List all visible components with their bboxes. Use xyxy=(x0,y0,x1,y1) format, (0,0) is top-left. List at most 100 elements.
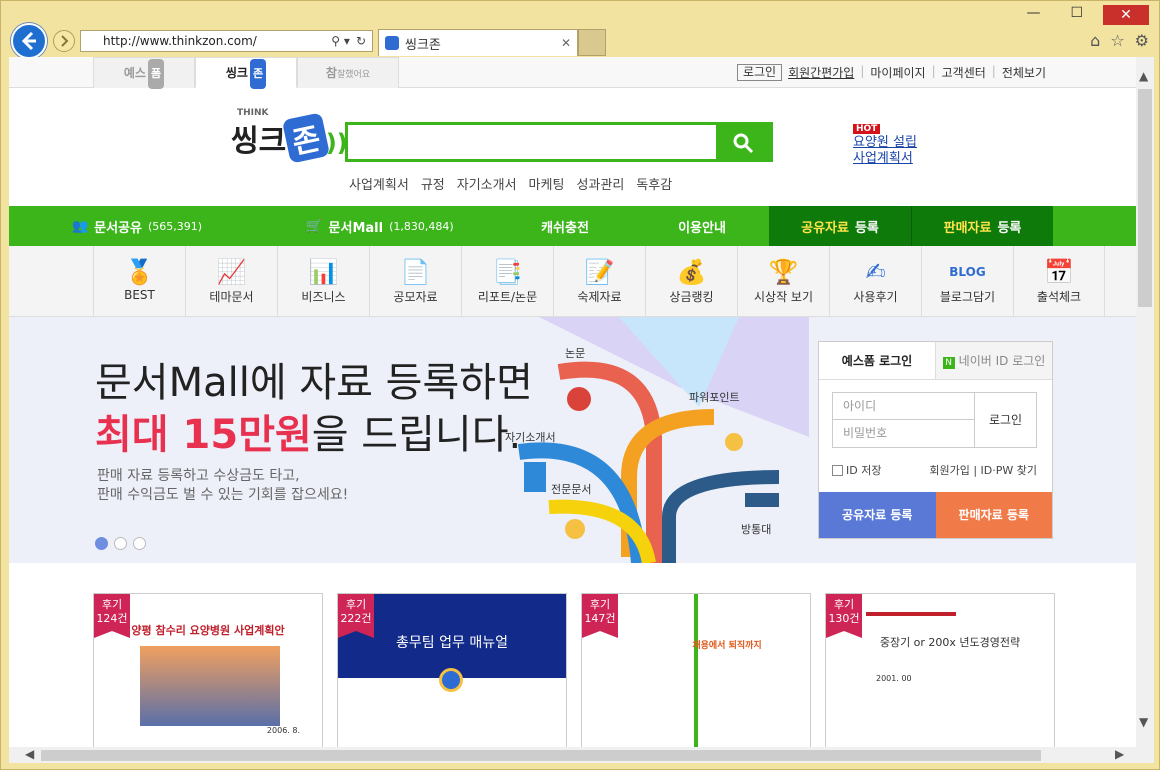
keyword-link[interactable]: 사업계획서 xyxy=(349,174,409,193)
category-best[interactable]: 🏅 BEST xyxy=(93,246,185,316)
category-report[interactable]: 📑 리포트/논문 xyxy=(461,246,553,316)
support-link[interactable]: 고객센터 xyxy=(942,64,986,81)
id-field[interactable]: 아이디 xyxy=(833,393,974,420)
pager-dot[interactable] xyxy=(133,537,146,550)
star-icon[interactable]: ☆ xyxy=(1110,31,1124,50)
scroll-thumb[interactable] xyxy=(1138,89,1152,307)
category-attendance[interactable]: 📅 출석체크 xyxy=(1013,246,1105,316)
new-tab-button[interactable] xyxy=(578,29,606,56)
close-window-button[interactable]: ✕ xyxy=(1103,5,1149,25)
document-title: 양평 참수리 요양병원 사업계획안 xyxy=(131,624,285,637)
calendar-icon: 📅 xyxy=(1044,258,1074,286)
gear-icon[interactable]: ⚙ xyxy=(1135,31,1149,50)
home-icon[interactable]: ⌂ xyxy=(1090,31,1100,50)
search-button[interactable] xyxy=(716,125,770,159)
save-id-checkbox[interactable]: ID 저장 xyxy=(832,462,881,478)
category-awards[interactable]: 🏆 시상작 보기 xyxy=(737,246,829,316)
category-theme[interactable]: 📈 테마문서 xyxy=(185,246,277,316)
vertical-scrollbar[interactable]: ▲ ▼ xyxy=(1136,57,1154,747)
nav-label: 공유자료 xyxy=(801,220,849,236)
banner-sub1: 판매 자료 등록하고 수상금도 타고, xyxy=(97,468,300,484)
site-tab-cham[interactable]: 참잘했어요 xyxy=(297,57,399,88)
keyword-link[interactable]: 성과관리 xyxy=(576,174,624,193)
refresh-icon[interactable]: ↻ xyxy=(356,34,366,48)
site-header: THINK 씽크 존))) 사업계획서 규정 자기소개서 마케팅 성과관리 독후감… xyxy=(9,88,1136,206)
tree-label-cyber: 방통대 xyxy=(741,523,772,536)
scroll-up-icon[interactable]: ▲ xyxy=(1139,69,1148,83)
forward-button[interactable] xyxy=(53,30,75,52)
search-icon[interactable]: ⚲ ▾ xyxy=(331,34,350,48)
sale-register-button[interactable]: 판매자료 등록 xyxy=(935,492,1052,538)
search-icon xyxy=(733,133,754,154)
all-view-link[interactable]: 전체보기 xyxy=(1002,64,1046,81)
hot-link-nursing[interactable]: 요양원 설립 xyxy=(853,135,917,151)
medal-icon: 🏅 xyxy=(124,258,155,286)
pager-dot[interactable] xyxy=(114,537,127,550)
horizontal-scrollbar[interactable]: ◀ ▶ xyxy=(9,747,1154,763)
browser-tab[interactable]: 씽크존 ✕ xyxy=(378,29,578,56)
category-homework[interactable]: 📝 숙제자료 xyxy=(553,246,645,316)
site-tab-thinkzon[interactable]: 씽크 존 xyxy=(195,57,297,89)
join-link[interactable]: 회원간편가입 xyxy=(788,64,854,81)
category-reviews[interactable]: ✍ 사용후기 xyxy=(829,246,921,316)
search-input[interactable] xyxy=(348,125,716,159)
category-prize-ranking[interactable]: 💰 상금랭킹 xyxy=(645,246,737,316)
keyword-link[interactable]: 독후감 xyxy=(636,174,672,193)
tab-yesform-login[interactable]: 예스폼 로그인 xyxy=(819,342,935,379)
login-button[interactable]: 로그인 xyxy=(975,393,1036,447)
document-card[interactable]: 후기 124건 양평 참수리 요양병원 사업계획안 2006. 8. xyxy=(93,593,323,747)
pager-dot[interactable] xyxy=(95,537,108,550)
money-icon: 💰 xyxy=(676,258,707,286)
scroll-down-icon[interactable]: ▼ xyxy=(1139,715,1148,729)
back-button[interactable] xyxy=(11,23,47,59)
address-bar[interactable]: http://www.thinkzon.com/ ⚲ ▾ ↻ xyxy=(80,30,373,52)
nav-label: 문서공유 xyxy=(94,220,142,236)
top-links: 로그인 회원간편가입 | 마이페이지 | 고객센터 | 전체보기 xyxy=(736,64,1046,81)
category-bar: 🏅 BEST 📈 테마문서 📊 비즈니스 📄 공모자료 📑 리포트/논문 📝 숙제자료 💰 상… xyxy=(9,246,1136,317)
document-list: 후기 124건 양평 참수리 요양병원 사업계획안 2006. 8. 후기 222건… xyxy=(93,593,1055,747)
login-tabs: 예스폼 로그인 N 네이버 ID 로그인 xyxy=(819,342,1052,380)
hscroll-thumb[interactable] xyxy=(41,750,1041,761)
category-label: 출석체크 xyxy=(1036,290,1082,304)
arrow-right-icon xyxy=(61,35,69,47)
tab-naver-login[interactable]: N 네이버 ID 로그인 xyxy=(935,342,1052,379)
banner-subtext: 판매 자료 등록하고 수상금도 타고, 판매 수익금도 벌 수 있는 기회를 잡… xyxy=(97,467,348,505)
hot-link-business-plan[interactable]: 사업계획서 xyxy=(853,151,917,167)
nav-guide[interactable]: 이용안내 xyxy=(635,206,769,246)
join-find-link[interactable]: 회원가입 | ID·PW 찾기 xyxy=(929,462,1037,478)
nav-doc-mall[interactable]: 🛒 문서Mall (1,830,484) xyxy=(265,206,495,246)
arrow-left-icon xyxy=(21,31,36,51)
scroll-left-icon[interactable]: ◀ xyxy=(25,747,34,761)
ribbon-label: 후기 xyxy=(345,598,367,611)
naver-icon: N xyxy=(942,357,955,369)
url-text: http://www.thinkzon.com/ xyxy=(103,34,257,48)
mypage-link[interactable]: 마이페이지 xyxy=(870,64,925,81)
document-card[interactable]: 후기 222건 총무팀 업무 매뉴얼 xyxy=(337,593,567,747)
nav-cash-charge[interactable]: 캐쉬충전 xyxy=(495,206,635,246)
banner-highlight: 최대 15만원 xyxy=(95,412,312,458)
category-blog[interactable]: BLOG 블로그담기 xyxy=(921,246,1013,316)
nav-share-register[interactable]: 공유자료 등록 xyxy=(769,206,911,246)
category-contest[interactable]: 📄 공모자료 xyxy=(369,246,461,316)
category-label: 상금랭킹 xyxy=(669,290,714,304)
password-field[interactable]: 비밀번호 xyxy=(833,420,974,447)
document-card[interactable]: 후기 130건 중장기 or 200x 년도경영전략 2001. 00 xyxy=(825,593,1055,747)
main-banner[interactable]: 문서Mall에 자료 등록하면 최대 15만원을 드립니다. 판매 자료 등록하… xyxy=(9,317,1136,563)
nav-sale-register[interactable]: 판매자료 등록 xyxy=(911,206,1053,246)
top-login-link[interactable]: 로그인 xyxy=(736,64,783,81)
minimize-button[interactable]: — xyxy=(1026,5,1040,25)
site-logo[interactable]: THINK 씽크 존))) xyxy=(231,108,359,164)
category-business[interactable]: 📊 비즈니스 xyxy=(277,246,369,316)
site-tab-yesform[interactable]: 예스 폼 xyxy=(93,57,195,89)
keyword-link[interactable]: 마케팅 xyxy=(529,174,565,193)
people-icon: 👥 xyxy=(71,218,89,234)
scroll-right-icon[interactable]: ▶ xyxy=(1115,747,1124,761)
nav-count: (565,391) xyxy=(147,219,203,233)
keyword-link[interactable]: 자기소개서 xyxy=(457,174,517,193)
nav-doc-share[interactable]: 👥 문서공유 (565,391) xyxy=(9,206,265,246)
maximize-button[interactable]: ☐ xyxy=(1070,5,1083,25)
close-tab-icon[interactable]: ✕ xyxy=(561,36,571,50)
document-card[interactable]: 후기 147건 채용에서 퇴직까지 xyxy=(581,593,811,747)
share-register-button[interactable]: 공유자료 등록 xyxy=(819,492,936,538)
keyword-link[interactable]: 규정 xyxy=(421,174,445,193)
